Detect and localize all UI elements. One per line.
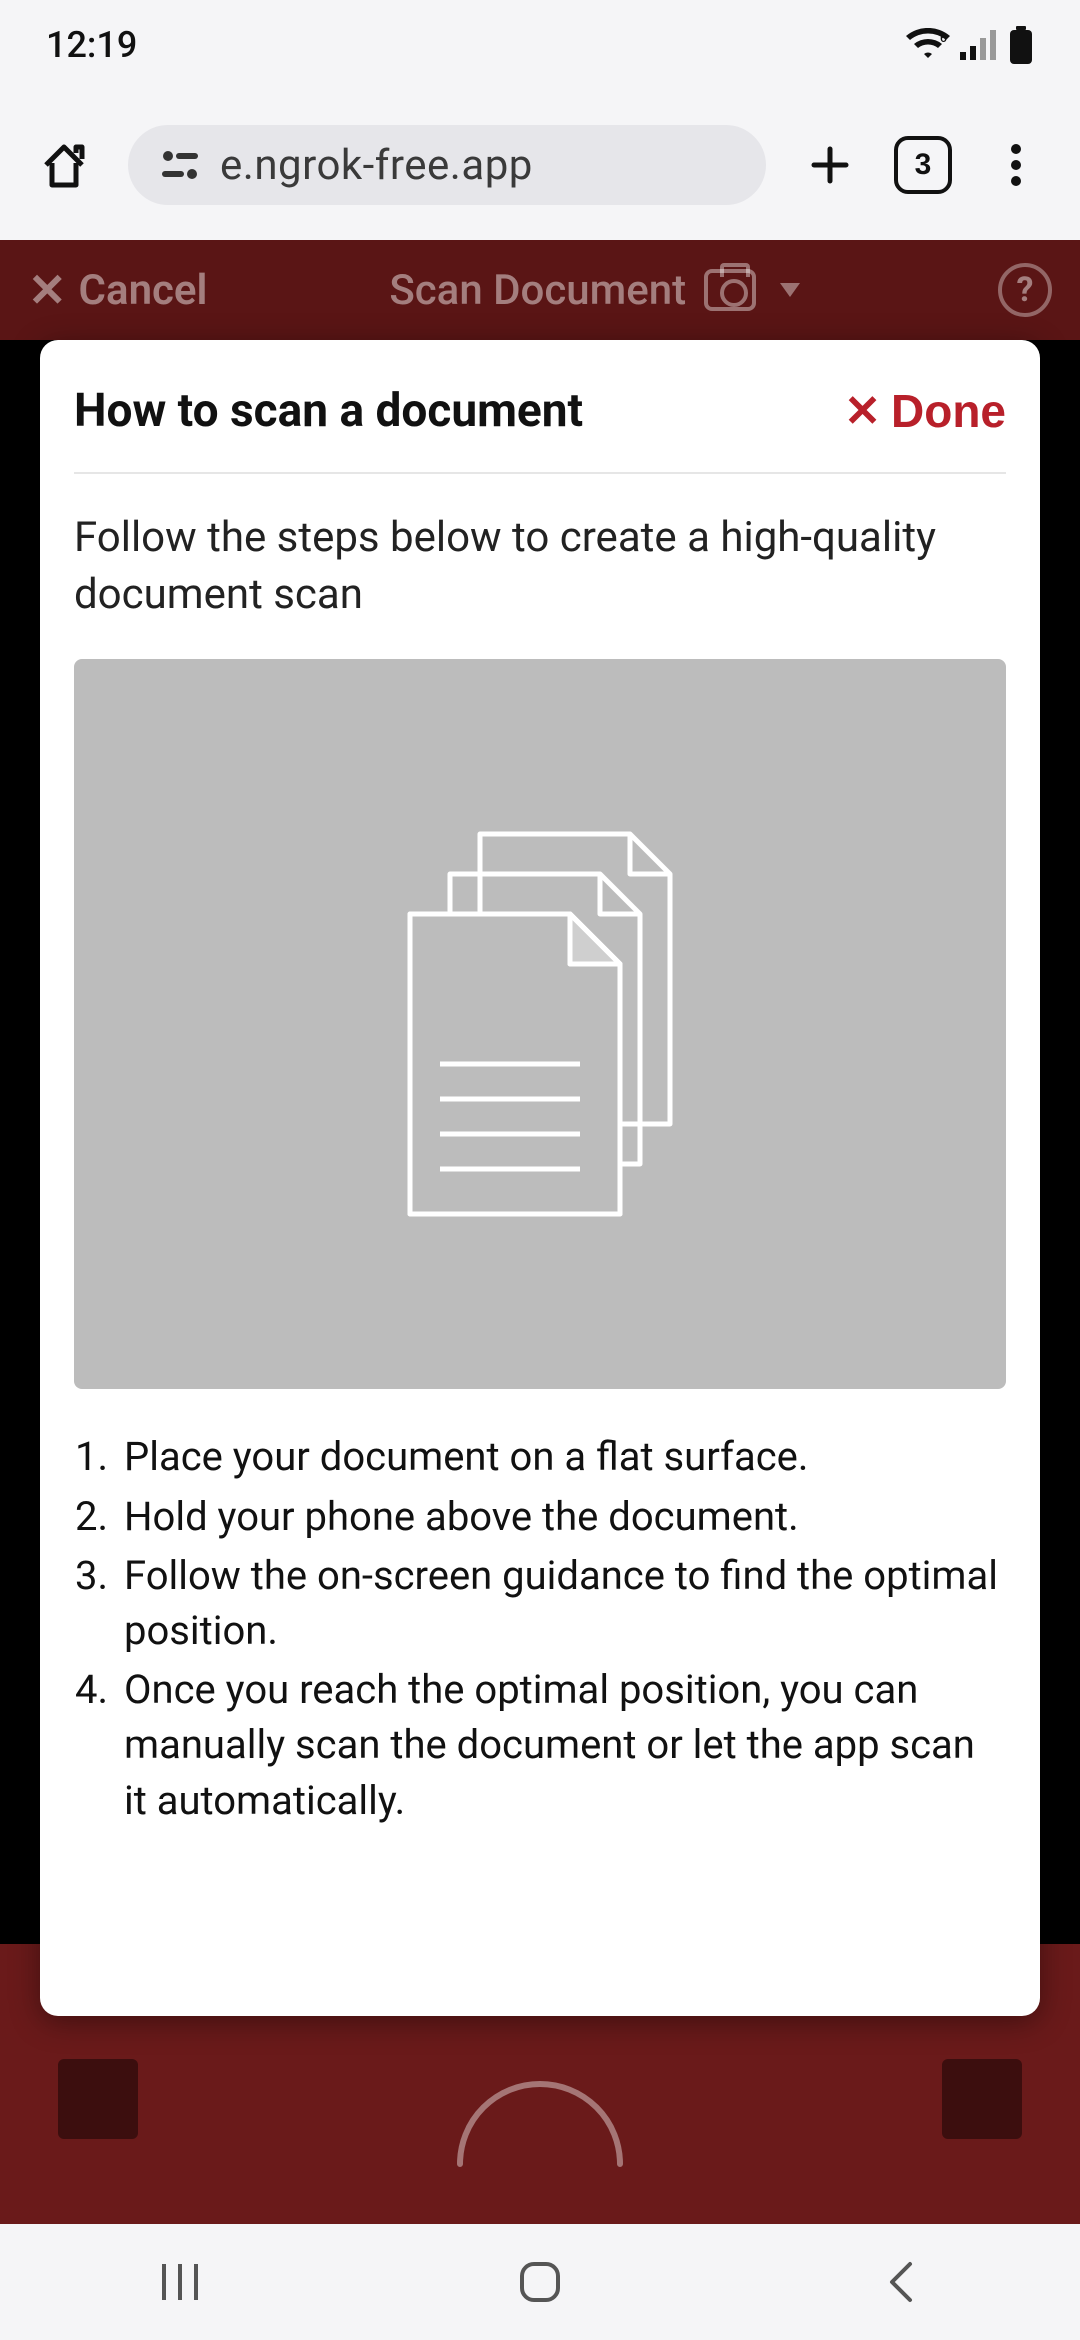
browser-menu-button[interactable] (980, 129, 1052, 201)
step-item: Once you reach the optimal position, you… (118, 1662, 1006, 1828)
app-title: Scan Document (389, 266, 686, 315)
url-bar[interactable]: e.ngrok-free.app (128, 125, 766, 205)
home-pill-icon (514, 2256, 566, 2308)
tab-count-button[interactable]: 3 (894, 136, 952, 194)
done-button[interactable]: ✕ Done (844, 384, 1006, 438)
status-time: 12:19 (46, 24, 137, 66)
camera-icon (704, 269, 756, 311)
dock-slot (942, 2059, 1022, 2139)
url-text: e.ngrok-free.app (220, 141, 533, 190)
steps-list: Place your document on a flat surface. H… (74, 1429, 1006, 1831)
system-nav-bar (0, 2224, 1080, 2340)
status-bar: 12:19 6 (0, 0, 1080, 90)
recents-button[interactable] (80, 2242, 280, 2322)
modal-intro: Follow the steps below to create a high-… (74, 510, 1006, 623)
chevron-down-icon (780, 283, 800, 297)
home-icon (38, 139, 90, 191)
dock-slot (58, 2059, 138, 2139)
step-item: Hold your phone above the document. (118, 1489, 1006, 1544)
done-label: Done (891, 384, 1006, 438)
signal-icon (960, 30, 998, 60)
svg-text:6: 6 (940, 31, 947, 45)
how-to-scan-modal: How to scan a document ✕ Done Follow the… (40, 340, 1040, 2016)
recents-icon (154, 2260, 206, 2304)
status-icons: 6 (906, 26, 1034, 64)
wifi-icon: 6 (906, 28, 950, 62)
loading-arc (430, 2044, 650, 2184)
step-item: Place your document on a flat surface. (118, 1429, 1006, 1484)
app-header: ✕ Cancel Scan Document ? (0, 240, 1080, 340)
home-button[interactable] (28, 129, 100, 201)
close-icon: ✕ (844, 386, 881, 437)
help-button[interactable]: ? (998, 263, 1052, 317)
more-vert-icon (1010, 141, 1022, 189)
battery-icon (1008, 26, 1034, 64)
chevron-left-icon (882, 2256, 918, 2308)
site-settings-icon (158, 147, 202, 183)
browser-bar: e.ngrok-free.app 3 (0, 90, 1080, 240)
webview: ✕ Cancel Scan Document ? How to scan a d… (0, 240, 1080, 2224)
back-button[interactable] (800, 2242, 1000, 2322)
documents-stack-icon (370, 814, 710, 1234)
tab-count-label: 3 (915, 148, 932, 182)
documents-illustration (74, 659, 1006, 1389)
home-button-sys[interactable] (440, 2242, 640, 2322)
cancel-button[interactable]: ✕ Cancel (28, 263, 207, 318)
plus-icon (806, 141, 854, 189)
close-icon: ✕ (28, 263, 67, 318)
cancel-label: Cancel (79, 266, 208, 315)
modal-title: How to scan a document (74, 384, 583, 438)
step-item: Follow the on-screen guidance to find th… (118, 1548, 1006, 1658)
new-tab-button[interactable] (794, 129, 866, 201)
